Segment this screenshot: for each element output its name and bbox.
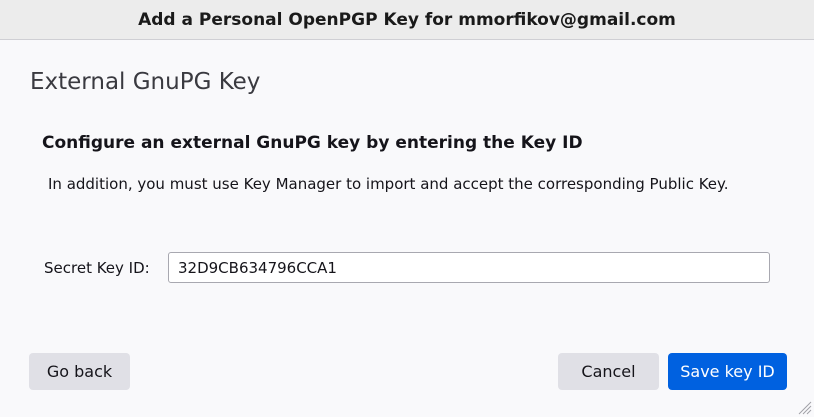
- section-title: External GnuPG Key: [30, 69, 261, 95]
- window-title: Add a Personal OpenPGP Key for mmorfikov…: [138, 9, 676, 30]
- secret-key-input[interactable]: [168, 252, 770, 283]
- cancel-button[interactable]: Cancel: [558, 353, 659, 390]
- secret-key-row: Secret Key ID:: [44, 252, 150, 283]
- content-heading: Configure an external GnuPG key by enter…: [42, 133, 583, 153]
- openpgp-key-dialog: Add a Personal OpenPGP Key for mmorfikov…: [0, 0, 814, 417]
- save-key-id-button[interactable]: Save key ID: [668, 353, 787, 390]
- go-back-button[interactable]: Go back: [29, 353, 130, 390]
- window-titlebar[interactable]: Add a Personal OpenPGP Key for mmorfikov…: [0, 0, 814, 40]
- secret-key-label: Secret Key ID:: [44, 258, 150, 277]
- content-description: In addition, you must use Key Manager to…: [48, 175, 729, 193]
- resize-grip-icon[interactable]: [796, 399, 812, 415]
